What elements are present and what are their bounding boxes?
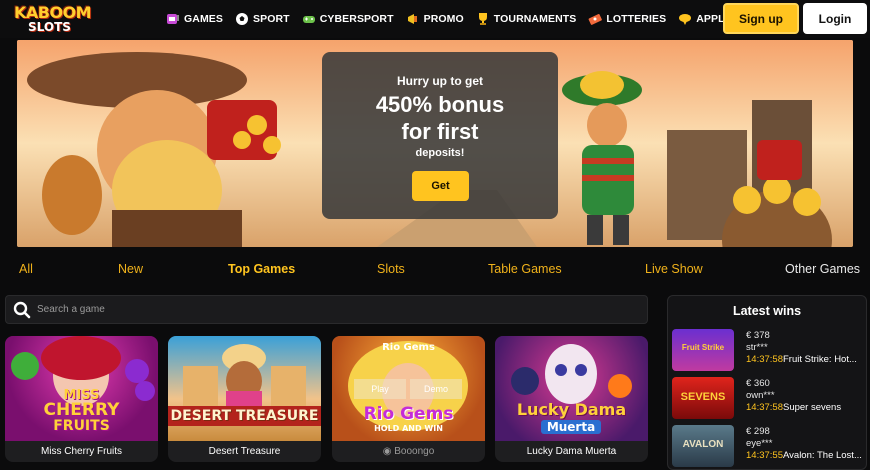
latest-wins-title: Latest wins xyxy=(732,304,802,318)
win-row[interactable]: SEVENS € 360 own*** 14:37:58 Super seven… xyxy=(672,377,864,421)
game-provider: ◉ Booongo xyxy=(332,441,485,462)
megaphone-icon xyxy=(407,14,417,24)
game-search-bar xyxy=(5,295,648,324)
tab-new[interactable]: New xyxy=(118,262,143,276)
art-subtitle: Muerta xyxy=(541,420,601,434)
promo-line-4: deposits! xyxy=(415,147,465,159)
nav-promo[interactable]: PROMO xyxy=(406,12,464,26)
soccer-ball-icon xyxy=(236,13,249,25)
promo-line-2: 450% bonus xyxy=(375,92,505,117)
play-button[interactable]: Play xyxy=(354,379,406,399)
win-time: 14:37:58 xyxy=(746,402,783,413)
booongo-logo-icon: ◉ xyxy=(382,446,395,457)
top-header: KABOOM SLOTS GAMES SPORT CYBERSPORT PROM… xyxy=(0,0,870,38)
game-thumbnail: Rio Gems Play Demo Rio Gems HOLD AND WIN xyxy=(332,336,485,441)
provider-name: Booongo xyxy=(394,446,435,457)
win-row[interactable]: AVALON € 298 eye*** 14:37:55 Avalon: The… xyxy=(672,425,864,469)
tab-other-games[interactable]: Other Games xyxy=(785,262,860,276)
win-amount: € 360 xyxy=(746,378,770,389)
search-input[interactable] xyxy=(37,304,617,315)
win-time: 14:37:55 xyxy=(746,450,783,461)
game-card-miss-cherry-fruits[interactable]: MISS CHERRY FRUITS Miss Cherry Fruits xyxy=(5,336,158,462)
nav-games[interactable]: GAMES xyxy=(166,12,223,26)
nav-label: SPORT xyxy=(253,13,290,25)
game-card-lucky-dama-muerta[interactable]: Lucky Dama Muerta Lucky Dama Muerta xyxy=(495,336,648,462)
nav-tournaments[interactable]: TOURNAMENTS xyxy=(476,12,577,26)
promo-banner[interactable]: Hurry up to get 450% bonus for first dep… xyxy=(17,40,853,247)
cloud-download-icon xyxy=(679,14,692,25)
win-game: Fruit Strike: Hot... xyxy=(783,354,857,365)
win-user: own*** xyxy=(746,390,775,401)
tab-table-games[interactable]: Table Games xyxy=(488,262,562,276)
nav-label: PROMO xyxy=(423,13,464,25)
game-card-desert-treasure[interactable]: DESERT TREASURE Desert Treasure xyxy=(168,336,321,462)
game-card-rio-gems[interactable]: Rio Gems Play Demo Rio Gems HOLD AND WIN… xyxy=(332,336,485,462)
tab-slots[interactable]: Slots xyxy=(377,262,405,276)
kaboom-slots-logo[interactable]: KABOOM SLOTS xyxy=(14,3,94,35)
search-icon xyxy=(13,301,31,318)
win-game-thumbnail: AVALON xyxy=(672,425,734,467)
win-user: str*** xyxy=(746,342,768,353)
nav-lotteries[interactable]: LOTTERIES xyxy=(588,12,666,26)
win-game: Super sevens xyxy=(783,402,842,413)
tab-top-games[interactable]: Top Games xyxy=(228,262,295,276)
thumb-title: SEVENS xyxy=(680,391,726,403)
logo-bottom-text: SLOTS xyxy=(28,20,71,34)
game-thumbnail: DESERT TREASURE xyxy=(168,336,321,441)
login-button[interactable]: Login xyxy=(803,3,867,34)
art-title: Rio Gems xyxy=(363,404,454,424)
nav-label: TOURNAMENTS xyxy=(493,13,577,25)
art-title: DESERT TREASURE xyxy=(168,406,321,426)
win-amount: € 378 xyxy=(746,330,770,341)
nav-sport[interactable]: SPORT xyxy=(235,12,290,26)
trophy-icon xyxy=(478,13,487,25)
demo-button[interactable]: Demo xyxy=(410,379,462,399)
latest-wins-panel: Latest wins Fruit Strike € 378 str*** 14… xyxy=(667,295,867,470)
win-game-thumbnail: SEVENS xyxy=(672,377,734,419)
promo-line-3: for first xyxy=(401,119,479,144)
thumb-title: Fruit Strike xyxy=(681,343,725,352)
game-name: Desert Treasure xyxy=(208,446,281,457)
ticket-icon xyxy=(588,14,603,25)
art-title: FRUITS xyxy=(53,418,110,434)
nav-label: GAMES xyxy=(184,13,224,25)
thumb-title: AVALON xyxy=(682,439,724,450)
gamepad-icon xyxy=(302,16,315,23)
play-demo-overlay: Play Demo xyxy=(354,379,466,399)
game-name: Miss Cherry Fruits xyxy=(40,446,123,457)
slot-machine-icon xyxy=(167,14,179,24)
nav-label: CYBERSPORT xyxy=(319,13,394,25)
nav-cybersport[interactable]: CYBERSPORT xyxy=(302,12,394,26)
signup-button[interactable]: Sign up xyxy=(723,3,799,34)
win-user: eye*** xyxy=(746,438,773,449)
get-bonus-button[interactable]: Get xyxy=(412,171,469,201)
tab-live-show[interactable]: Live Show xyxy=(645,262,703,276)
win-time: 14:37:58 xyxy=(746,354,783,365)
art-subtitle: HOLD AND WIN xyxy=(374,424,443,433)
win-game-thumbnail: Fruit Strike xyxy=(672,329,734,371)
category-tabs: All New Top Games Slots Table Games Live… xyxy=(0,262,870,278)
rio-gems-badge: Rio Gems xyxy=(382,342,435,353)
win-game: Avalon: The Lost... xyxy=(783,450,862,461)
art-title: Lucky Dama xyxy=(516,400,627,419)
game-thumbnail: MISS CHERRY FRUITS xyxy=(5,336,158,441)
main-nav: GAMES SPORT CYBERSPORT PROMO TOURNAMENTS… xyxy=(166,0,780,38)
win-row[interactable]: Fruit Strike € 378 str*** 14:37:58 Fruit… xyxy=(672,329,864,373)
game-thumbnail: Lucky Dama Muerta xyxy=(495,336,648,441)
art-title: CHERRY xyxy=(43,400,120,420)
bonus-promo-box: Hurry up to get 450% bonus for first dep… xyxy=(322,52,558,219)
win-amount: € 298 xyxy=(746,426,770,437)
nav-label: LOTTERIES xyxy=(606,13,667,25)
game-name: Lucky Dama Muerta xyxy=(526,446,617,457)
tab-all[interactable]: All xyxy=(19,262,33,276)
promo-line-1: Hurry up to get xyxy=(397,74,483,88)
casino-app: KABOOM SLOTS GAMES SPORT CYBERSPORT PROM… xyxy=(0,0,870,470)
